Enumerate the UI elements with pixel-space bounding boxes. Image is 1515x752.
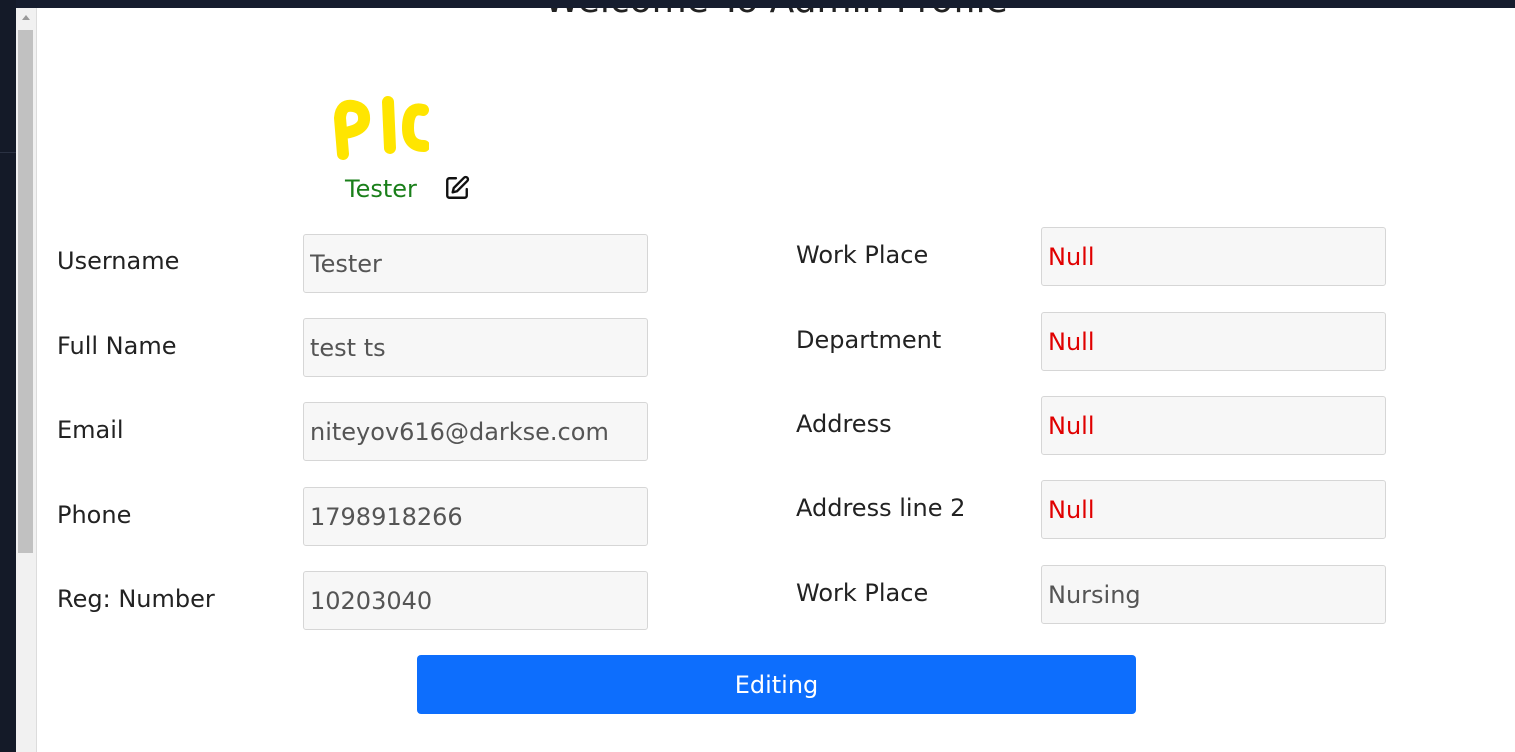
top-bar: [0, 0, 1515, 8]
phone-label: Phone: [57, 501, 132, 529]
address-line-2-label: Address line 2: [796, 494, 966, 522]
work-place-2-field[interactable]: [1041, 565, 1386, 624]
username-label: Username: [57, 247, 180, 275]
editing-button[interactable]: Editing: [417, 655, 1136, 714]
work-place-label: Work Place: [796, 241, 929, 269]
full-name-label: Full Name: [57, 332, 177, 360]
username-field[interactable]: [303, 234, 648, 293]
scrollbar-thumb[interactable]: [18, 30, 33, 553]
address-field[interactable]: [1041, 396, 1386, 455]
email-field[interactable]: [303, 402, 648, 461]
profile-panel: Welcome To Admin Profile Tester Username…: [37, 8, 1515, 752]
full-name-field[interactable]: [303, 318, 648, 377]
profile-picture: [334, 96, 429, 160]
phone-field[interactable]: [303, 487, 648, 546]
reg-number-label: Reg: Number: [57, 585, 215, 613]
work-place-2-label: Work Place: [796, 579, 929, 607]
department-field[interactable]: [1041, 312, 1386, 371]
profile-name: Tester: [345, 175, 417, 203]
email-label: Email: [57, 416, 124, 444]
address-label: Address: [796, 410, 892, 438]
work-place-field[interactable]: [1041, 227, 1386, 286]
department-label: Department: [796, 326, 942, 354]
address-line-2-field[interactable]: [1041, 480, 1386, 539]
reg-number-field[interactable]: [303, 571, 648, 630]
left-background-strip: [0, 0, 16, 752]
scroll-up-arrow-icon[interactable]: [22, 15, 30, 20]
edit-icon[interactable]: [444, 175, 470, 201]
page-title: Welcome To Admin Profile: [37, 8, 1515, 21]
vertical-scrollbar[interactable]: [16, 8, 37, 752]
